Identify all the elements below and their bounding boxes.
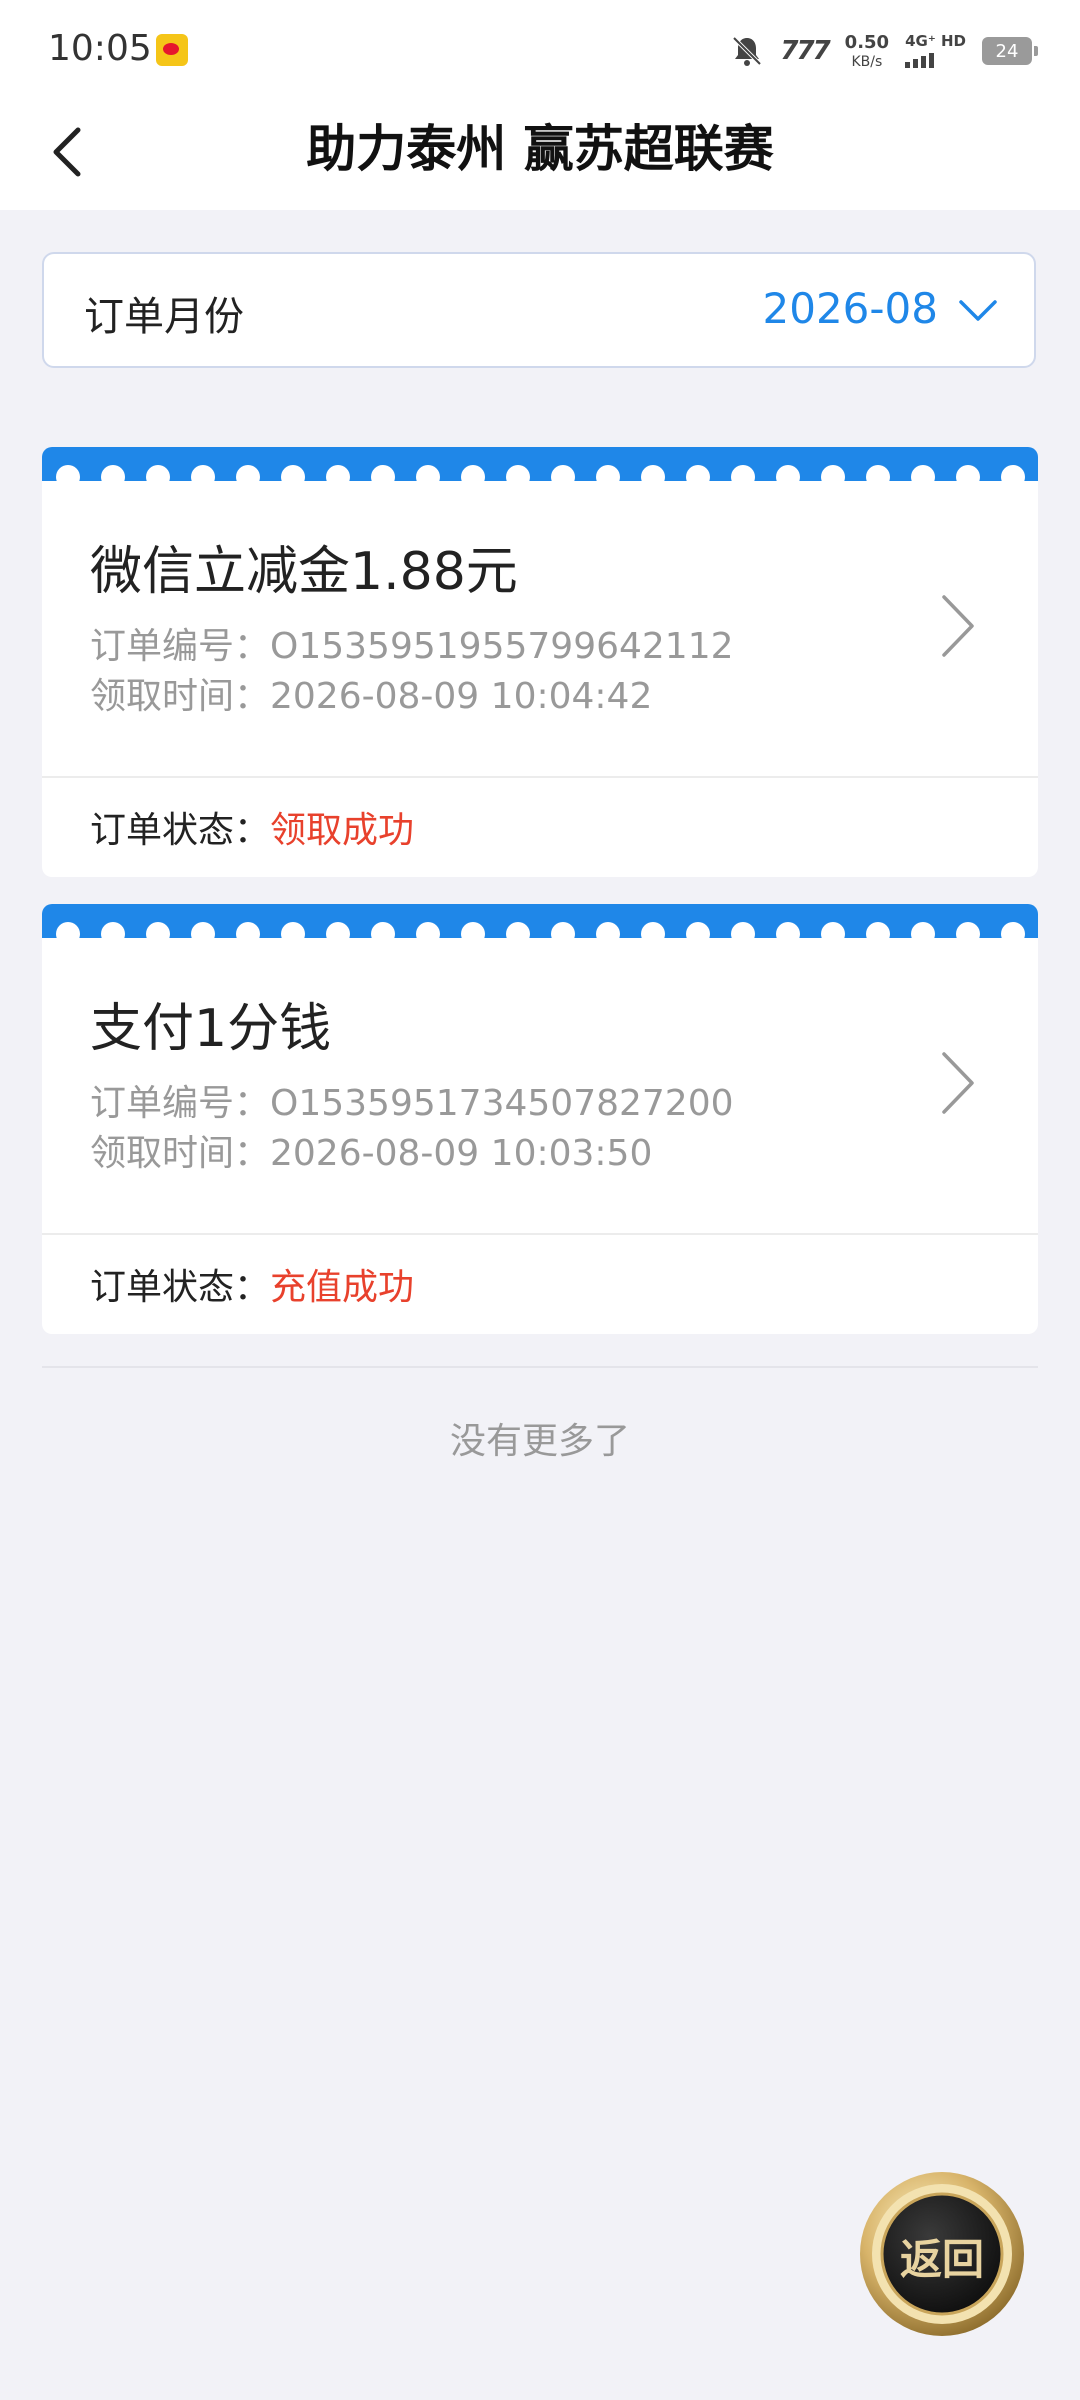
order-status-value: 充值成功 <box>270 1267 415 1308</box>
card-divider <box>42 1233 1038 1235</box>
ticket-scallop <box>686 922 710 938</box>
status-indicators: 777 0.50 KB/s 4G⁺ HD 24 <box>730 28 1038 74</box>
ticket-scallop <box>731 922 755 938</box>
ticket-scallop <box>956 922 980 938</box>
ticket-scallop <box>191 922 215 938</box>
order-number: 订单编号：O1535951955799642112 <box>90 626 734 667</box>
ticket-scallop <box>56 465 80 481</box>
ticket-scallop <box>776 465 800 481</box>
ticket-scallop <box>416 922 440 938</box>
chevron-down-icon <box>959 300 997 321</box>
order-status-value: 领取成功 <box>270 810 415 851</box>
bell-muted-icon <box>732 36 762 66</box>
ticket-scallop <box>371 465 395 481</box>
ticket-scallop <box>146 465 170 481</box>
ticket-scallop <box>596 465 620 481</box>
nav-bar: 助力泰州 赢苏超联赛 <box>0 100 1080 210</box>
order-detail-link[interactable]: 支付1分钱 订单编号：O1535951734507827200 领取时间：202… <box>42 938 1038 1234</box>
ticket-scallop <box>281 922 305 938</box>
ticket-scallop <box>281 465 305 481</box>
ticket-scallop <box>866 465 890 481</box>
ticket-scallop <box>551 922 575 938</box>
order-card: 微信立减金1.88元 订单编号：O1535951955799642112 领取时… <box>42 447 1038 877</box>
card-divider <box>42 776 1038 778</box>
ticket-scallop <box>911 922 935 938</box>
ticket-scallop <box>416 465 440 481</box>
network-speed-unit: KB/s <box>851 53 883 70</box>
ticket-scallop <box>101 922 125 938</box>
chevron-right-icon <box>942 1052 974 1114</box>
ticket-scallop <box>506 465 530 481</box>
ticket-scallop <box>461 922 485 938</box>
ticket-scallop <box>776 922 800 938</box>
ticket-scallop <box>56 922 80 938</box>
ticket-scallop <box>866 922 890 938</box>
battery-icon: 24 <box>982 37 1038 65</box>
ticket-scallop <box>596 922 620 938</box>
chevron-right-icon <box>942 595 974 657</box>
network-speed-value: 0.50 <box>844 31 890 53</box>
ticket-scallop-header <box>42 447 1038 481</box>
network-type: 4G⁺ HD <box>905 34 966 68</box>
ticket-scallop <box>236 922 260 938</box>
ticket-scallop-header <box>42 904 1038 938</box>
ticket-scallop <box>911 465 935 481</box>
ticket-scallop <box>236 465 260 481</box>
ticket-scallop <box>821 922 845 938</box>
list-end-divider <box>42 1366 1038 1368</box>
order-month-label: 订单月份 <box>84 294 244 340</box>
order-claim-time: 领取时间：2026-08-09 10:03:50 <box>90 1133 653 1174</box>
ticket-scallop <box>641 922 665 938</box>
weibo-notification-icon <box>156 34 188 66</box>
ticket-scallop <box>551 465 575 481</box>
ticket-scallop <box>731 465 755 481</box>
ticket-scallop <box>191 465 215 481</box>
order-title: 支付1分钱 <box>90 999 332 1059</box>
order-status-label: 订单状态： <box>90 810 271 851</box>
status-time: 10:05 <box>48 28 152 69</box>
ticket-scallop <box>1001 465 1025 481</box>
order-title: 微信立减金1.88元 <box>90 542 518 602</box>
ticket-scallop <box>101 465 125 481</box>
order-detail-link[interactable]: 微信立减金1.88元 订单编号：O1535951955799642112 领取时… <box>42 481 1038 777</box>
ticket-scallop <box>1001 922 1025 938</box>
order-status-label: 订单状态： <box>90 1267 271 1308</box>
carrier-signal-text: 777 <box>780 36 830 66</box>
ticket-scallop <box>956 465 980 481</box>
return-button-label: 返回 <box>899 2235 984 2284</box>
order-month-value: 2026-08 <box>762 284 939 333</box>
return-float-button[interactable]: 返回 <box>856 2168 1028 2340</box>
ticket-scallop <box>326 465 350 481</box>
order-number: 订单编号：O1535951734507827200 <box>90 1083 734 1124</box>
order-status: 订单状态：充值成功 <box>90 1258 414 1310</box>
ticket-scallop <box>146 922 170 938</box>
ticket-scallop <box>326 922 350 938</box>
ticket-scallop <box>461 465 485 481</box>
network-type-label: 4G⁺ HD <box>905 32 966 50</box>
status-bar: 10:05 777 0.50 KB/s 4G⁺ HD 24 <box>0 0 1080 100</box>
list-end-text: 没有更多了 <box>449 1421 630 1462</box>
ticket-scallop <box>821 465 845 481</box>
order-status: 订单状态：领取成功 <box>90 801 414 853</box>
order-card: 支付1分钱 订单编号：O1535951734507827200 领取时间：202… <box>42 904 1038 1334</box>
page-title: 助力泰州 赢苏超联赛 <box>306 120 774 178</box>
ticket-scallop <box>641 465 665 481</box>
ticket-scallop <box>506 922 530 938</box>
back-arrow-icon[interactable] <box>40 122 100 182</box>
order-claim-time: 领取时间：2026-08-09 10:04:42 <box>90 676 653 717</box>
ticket-scallop <box>371 922 395 938</box>
network-speed: 0.50 KB/s <box>844 31 890 70</box>
ticket-scallop <box>686 465 710 481</box>
order-month-selector[interactable]: 订单月份 2026-08 <box>42 252 1036 368</box>
signal-bars-icon <box>905 53 935 68</box>
